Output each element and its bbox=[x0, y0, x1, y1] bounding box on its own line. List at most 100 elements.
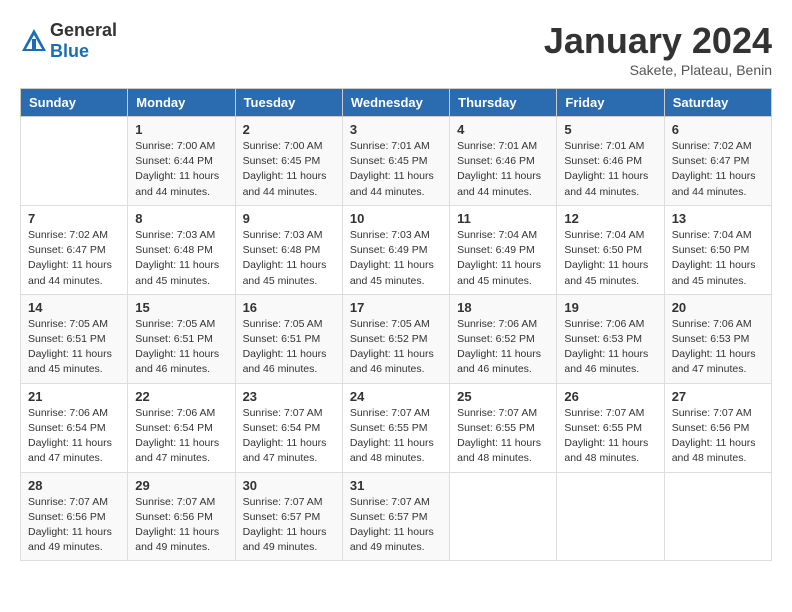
day-info: Sunrise: 7:00 AMSunset: 6:44 PMDaylight:… bbox=[135, 139, 227, 200]
title-area: January 2024 Sakete, Plateau, Benin bbox=[544, 20, 772, 78]
day-info: Sunrise: 7:03 AMSunset: 6:48 PMDaylight:… bbox=[243, 228, 335, 289]
day-number: 10 bbox=[350, 211, 442, 226]
calendar-body: 1 Sunrise: 7:00 AMSunset: 6:44 PMDaylight… bbox=[21, 117, 772, 561]
day-info: Sunrise: 7:07 AMSunset: 6:57 PMDaylight:… bbox=[243, 495, 335, 556]
day-cell: 7 Sunrise: 7:02 AMSunset: 6:47 PMDaylight… bbox=[21, 205, 128, 294]
day-cell: 23 Sunrise: 7:07 AMSunset: 6:54 PMDayligh… bbox=[235, 383, 342, 472]
day-cell bbox=[664, 472, 771, 561]
day-cell: 12 Sunrise: 7:04 AMSunset: 6:50 PMDayligh… bbox=[557, 205, 664, 294]
day-cell: 9Sunrise: 7:03 AMSunset: 6:48 PMDaylight… bbox=[235, 205, 342, 294]
day-number: 18 bbox=[457, 300, 549, 315]
day-number: 15 bbox=[135, 300, 227, 315]
day-number: 28 bbox=[28, 478, 120, 493]
day-info: Sunrise: 7:05 AMSunset: 6:52 PMDaylight:… bbox=[350, 317, 442, 378]
day-info: Sunrise: 7:01 AMSunset: 6:45 PMDaylight:… bbox=[350, 139, 442, 200]
day-cell: 5 Sunrise: 7:01 AMSunset: 6:46 PMDaylight… bbox=[557, 117, 664, 206]
day-info: Sunrise: 7:07 AMSunset: 6:55 PMDaylight:… bbox=[457, 406, 549, 467]
day-number: 30 bbox=[243, 478, 335, 493]
day-info: Sunrise: 7:01 AMSunset: 6:46 PMDaylight:… bbox=[457, 139, 549, 200]
day-number: 21 bbox=[28, 389, 120, 404]
calendar-table: SundayMondayTuesdayWednesdayThursdayFrid… bbox=[20, 88, 772, 561]
header-cell-wednesday: Wednesday bbox=[342, 89, 449, 117]
day-number: 2 bbox=[243, 122, 335, 137]
day-info: Sunrise: 7:06 AMSunset: 6:53 PMDaylight:… bbox=[672, 317, 764, 378]
day-cell: 3Sunrise: 7:01 AMSunset: 6:45 PMDaylight… bbox=[342, 117, 449, 206]
day-info: Sunrise: 7:04 AMSunset: 6:49 PMDaylight:… bbox=[457, 228, 549, 289]
day-number: 16 bbox=[243, 300, 335, 315]
day-cell: 26 Sunrise: 7:07 AMSunset: 6:55 PMDayligh… bbox=[557, 383, 664, 472]
day-cell: 11 Sunrise: 7:04 AMSunset: 6:49 PMDayligh… bbox=[450, 205, 557, 294]
day-info: Sunrise: 7:07 AMSunset: 6:56 PMDaylight:… bbox=[135, 495, 227, 556]
day-cell: 17 Sunrise: 7:05 AMSunset: 6:52 PMDayligh… bbox=[342, 294, 449, 383]
day-info: Sunrise: 7:03 AMSunset: 6:48 PMDaylight:… bbox=[135, 228, 227, 289]
logo-icon bbox=[20, 27, 48, 55]
day-info: Sunrise: 7:02 AMSunset: 6:47 PMDaylight:… bbox=[28, 228, 120, 289]
day-info: Sunrise: 7:05 AMSunset: 6:51 PMDaylight:… bbox=[135, 317, 227, 378]
day-number: 25 bbox=[457, 389, 549, 404]
day-info: Sunrise: 7:06 AMSunset: 6:52 PMDaylight:… bbox=[457, 317, 549, 378]
day-cell: 1 Sunrise: 7:00 AMSunset: 6:44 PMDaylight… bbox=[128, 117, 235, 206]
day-number: 19 bbox=[564, 300, 656, 315]
day-number: 11 bbox=[457, 211, 549, 226]
day-number: 23 bbox=[243, 389, 335, 404]
day-info: Sunrise: 7:07 AMSunset: 6:55 PMDaylight:… bbox=[350, 406, 442, 467]
month-year-title: January 2024 bbox=[544, 20, 772, 62]
page-header: General Blue January 2024 Sakete, Platea… bbox=[20, 20, 772, 78]
day-cell bbox=[21, 117, 128, 206]
day-info: Sunrise: 7:06 AMSunset: 6:53 PMDaylight:… bbox=[564, 317, 656, 378]
day-number: 24 bbox=[350, 389, 442, 404]
day-number: 29 bbox=[135, 478, 227, 493]
day-cell: 4 Sunrise: 7:01 AMSunset: 6:46 PMDaylight… bbox=[450, 117, 557, 206]
day-number: 1 bbox=[135, 122, 227, 137]
day-info: Sunrise: 7:04 AMSunset: 6:50 PMDaylight:… bbox=[672, 228, 764, 289]
day-cell: 28 Sunrise: 7:07 AMSunset: 6:56 PMDayligh… bbox=[21, 472, 128, 561]
day-info: Sunrise: 7:07 AMSunset: 6:54 PMDaylight:… bbox=[243, 406, 335, 467]
day-cell: 21 Sunrise: 7:06 AMSunset: 6:54 PMDayligh… bbox=[21, 383, 128, 472]
day-info: Sunrise: 7:06 AMSunset: 6:54 PMDaylight:… bbox=[28, 406, 120, 467]
logo-general: General bbox=[50, 20, 117, 40]
day-cell: 22Sunrise: 7:06 AMSunset: 6:54 PMDayligh… bbox=[128, 383, 235, 472]
day-number: 12 bbox=[564, 211, 656, 226]
day-info: Sunrise: 7:05 AMSunset: 6:51 PMDaylight:… bbox=[28, 317, 120, 378]
day-cell bbox=[557, 472, 664, 561]
week-row-5: 28 Sunrise: 7:07 AMSunset: 6:56 PMDayligh… bbox=[21, 472, 772, 561]
day-number: 7 bbox=[28, 211, 120, 226]
day-number: 20 bbox=[672, 300, 764, 315]
week-row-1: 1 Sunrise: 7:00 AMSunset: 6:44 PMDaylight… bbox=[21, 117, 772, 206]
day-info: Sunrise: 7:07 AMSunset: 6:56 PMDaylight:… bbox=[28, 495, 120, 556]
day-info: Sunrise: 7:07 AMSunset: 6:56 PMDaylight:… bbox=[672, 406, 764, 467]
header-cell-saturday: Saturday bbox=[664, 89, 771, 117]
day-info: Sunrise: 7:05 AMSunset: 6:51 PMDaylight:… bbox=[243, 317, 335, 378]
day-cell: 24 Sunrise: 7:07 AMSunset: 6:55 PMDayligh… bbox=[342, 383, 449, 472]
day-cell: 19 Sunrise: 7:06 AMSunset: 6:53 PMDayligh… bbox=[557, 294, 664, 383]
day-info: Sunrise: 7:01 AMSunset: 6:46 PMDaylight:… bbox=[564, 139, 656, 200]
day-info: Sunrise: 7:04 AMSunset: 6:50 PMDaylight:… bbox=[564, 228, 656, 289]
day-cell: 8 Sunrise: 7:03 AMSunset: 6:48 PMDaylight… bbox=[128, 205, 235, 294]
day-info: Sunrise: 7:07 AMSunset: 6:55 PMDaylight:… bbox=[564, 406, 656, 467]
day-cell: 6Sunrise: 7:02 AMSunset: 6:47 PMDaylight… bbox=[664, 117, 771, 206]
day-cell: 25 Sunrise: 7:07 AMSunset: 6:55 PMDayligh… bbox=[450, 383, 557, 472]
header-row: SundayMondayTuesdayWednesdayThursdayFrid… bbox=[21, 89, 772, 117]
day-number: 5 bbox=[564, 122, 656, 137]
logo-blue: Blue bbox=[50, 41, 89, 61]
week-row-2: 7 Sunrise: 7:02 AMSunset: 6:47 PMDaylight… bbox=[21, 205, 772, 294]
week-row-3: 14Sunrise: 7:05 AMSunset: 6:51 PMDayligh… bbox=[21, 294, 772, 383]
day-cell: 31Sunrise: 7:07 AMSunset: 6:57 PMDayligh… bbox=[342, 472, 449, 561]
day-cell: 18 Sunrise: 7:06 AMSunset: 6:52 PMDayligh… bbox=[450, 294, 557, 383]
location-subtitle: Sakete, Plateau, Benin bbox=[544, 62, 772, 78]
day-info: Sunrise: 7:03 AMSunset: 6:49 PMDaylight:… bbox=[350, 228, 442, 289]
day-cell: 20 Sunrise: 7:06 AMSunset: 6:53 PMDayligh… bbox=[664, 294, 771, 383]
day-number: 27 bbox=[672, 389, 764, 404]
day-number: 26 bbox=[564, 389, 656, 404]
day-cell bbox=[450, 472, 557, 561]
day-info: Sunrise: 7:07 AMSunset: 6:57 PMDaylight:… bbox=[350, 495, 442, 556]
header-cell-tuesday: Tuesday bbox=[235, 89, 342, 117]
day-cell: 29 Sunrise: 7:07 AMSunset: 6:56 PMDayligh… bbox=[128, 472, 235, 561]
day-number: 4 bbox=[457, 122, 549, 137]
day-number: 22 bbox=[135, 389, 227, 404]
logo-text: General Blue bbox=[50, 20, 117, 62]
day-number: 17 bbox=[350, 300, 442, 315]
week-row-4: 21 Sunrise: 7:06 AMSunset: 6:54 PMDayligh… bbox=[21, 383, 772, 472]
day-number: 8 bbox=[135, 211, 227, 226]
day-cell: 16 Sunrise: 7:05 AMSunset: 6:51 PMDayligh… bbox=[235, 294, 342, 383]
